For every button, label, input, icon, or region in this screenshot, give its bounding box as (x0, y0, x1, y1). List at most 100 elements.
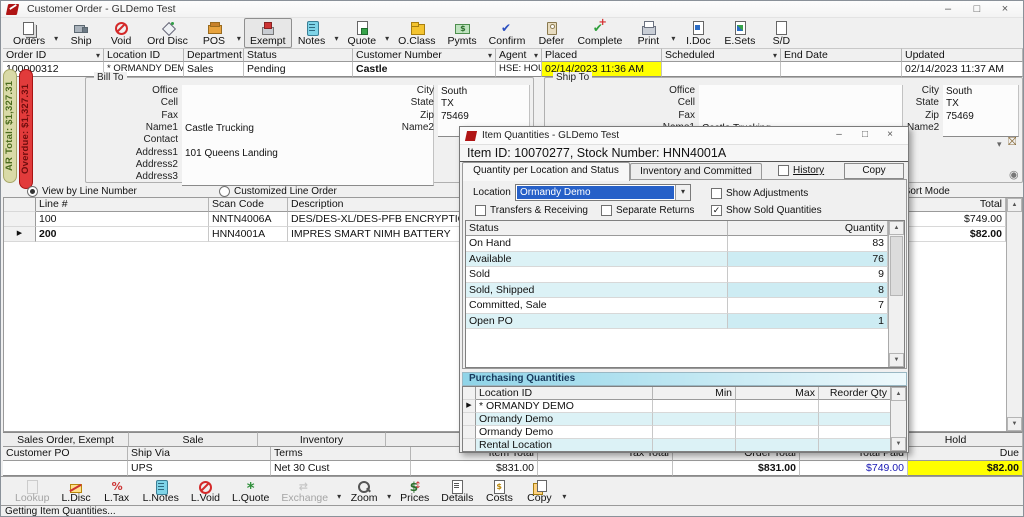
table-row[interactable]: ▶ * ORMANDY DEMO (463, 400, 906, 413)
toolbar-button-l-disc[interactable]: L.Disc (55, 477, 96, 505)
toolbar-button-void[interactable]: Void (101, 18, 141, 48)
show-adjustments-checkbox[interactable] (711, 188, 722, 199)
column-header-scan-code[interactable]: Scan Code (209, 198, 288, 212)
toolbar-button-copy[interactable]: Copy (519, 477, 559, 505)
history-checkbox[interactable] (778, 165, 789, 176)
dialog-minimize-button[interactable]: – (826, 128, 852, 141)
dropdown-arrow-icon[interactable]: ▾ (384, 477, 394, 505)
toolbar-button-e-sets[interactable]: E.Sets (718, 18, 761, 48)
dropdown-arrow-icon[interactable]: ▾ (773, 49, 777, 61)
copy-button[interactable]: Copy (844, 163, 904, 179)
toolbar-button-l-tax[interactable]: L.Tax (97, 477, 137, 505)
scroll-thumb[interactable] (890, 236, 903, 296)
toolbar-button-ord-disc[interactable]: Ord Disc (141, 18, 194, 48)
column-header-due[interactable]: Due (908, 447, 1023, 461)
scroll-up-icon[interactable]: ▲ (891, 387, 906, 401)
table-row[interactable]: Rental Location (463, 439, 906, 451)
column-header-customer-number[interactable]: Customer Number ▾ (353, 48, 496, 62)
toolbar-button-ship[interactable]: Ship (61, 18, 101, 48)
toolbar-button-confirm[interactable]: Confirm (483, 18, 532, 48)
toolbar-button-l-quote[interactable]: L.Quote (226, 477, 275, 505)
toolbar-button-complete[interactable]: Complete (571, 18, 628, 48)
column-header-updated[interactable]: Updated (902, 48, 1023, 62)
toolbar-button-notes[interactable]: Notes (292, 18, 332, 48)
dialog-close-button[interactable]: × (877, 128, 903, 141)
vehicle-icon[interactable]: ⛝ (1008, 136, 1016, 149)
show-sold-quantities-checkbox[interactable]: ✓ (711, 205, 722, 216)
maximize-button[interactable]: □ (964, 2, 990, 16)
column-header-line[interactable]: Line # (36, 198, 209, 212)
separate-returns-checkbox[interactable] (601, 205, 612, 216)
column-header-end-date[interactable]: End Date (781, 48, 902, 62)
table-row[interactable]: Committed, Sale 7 (466, 298, 904, 314)
scroll-down-icon[interactable]: ▼ (891, 437, 906, 451)
toolbar-button-zoom[interactable]: Zoom (344, 477, 384, 505)
column-header-ship-via[interactable]: Ship Via (128, 447, 271, 461)
table-row[interactable]: Ormandy Demo (463, 426, 906, 439)
toolbar-button-exempt[interactable]: Exempt (243, 18, 292, 48)
dropdown-arrow-icon[interactable]: ▾ (334, 477, 344, 505)
transfers-receiving-checkbox[interactable] (475, 205, 486, 216)
toolbar-button-l-void[interactable]: L.Void (185, 477, 226, 505)
purchasing-table-scrollbar[interactable]: ▲ ▼ (890, 387, 906, 451)
dropdown-arrow-icon[interactable]: ▾ (668, 18, 678, 48)
table-row[interactable]: Sold, Shipped 8 (466, 282, 904, 298)
tab-quantity-per-location[interactable]: Quantity per Location and Status (462, 162, 630, 181)
dropdown-arrow-icon[interactable]: ▾ (675, 185, 690, 200)
toolbar-button-exchange[interactable]: Exchange (275, 477, 334, 505)
toolbar-button-print[interactable]: Print (628, 18, 668, 48)
toolbar-button-pymts[interactable]: Pymts (442, 18, 483, 48)
toolbar-button-prices[interactable]: Prices (394, 477, 435, 505)
field-value-address3[interactable] (182, 171, 434, 187)
column-header-agent[interactable]: Agent ▾ (496, 48, 542, 62)
dropdown-arrow-icon[interactable]: ▾ (96, 49, 100, 61)
field-value-name2[interactable] (943, 121, 1019, 137)
toolbar-button-orders[interactable]: Orders (7, 18, 51, 48)
column-header-placed[interactable]: Placed (542, 48, 662, 62)
toolbar-button-quote[interactable]: Quote (342, 18, 383, 48)
toolbar-button-costs[interactable]: Costs (479, 477, 519, 505)
line-items-scrollbar[interactable]: ▲ ▼ (1006, 198, 1022, 431)
dropdown-arrow-icon[interactable]: ▾ (559, 477, 569, 505)
column-header-quantity[interactable]: Quantity (728, 221, 888, 236)
toolbar-button-details[interactable]: Details (435, 477, 479, 505)
toolbar-button-pos[interactable]: POS (194, 18, 234, 48)
table-row[interactable]: On Hand 83 (466, 236, 904, 252)
radio-customized-line-order[interactable] (219, 186, 230, 197)
dropdown-arrow-icon[interactable]: ▾ (234, 18, 244, 48)
dropdown-arrow-icon[interactable]: ▾ (382, 18, 392, 48)
table-row[interactable]: Sold 9 (466, 267, 904, 283)
toolbar-button-l-notes[interactable]: L.Notes (137, 477, 185, 505)
close-button[interactable]: × (992, 2, 1018, 16)
column-header-status[interactable]: Status (244, 48, 353, 62)
column-header-order-id[interactable]: Order ID ▾ (3, 48, 104, 62)
column-header-scheduled[interactable]: Scheduled ▾ (662, 48, 781, 62)
table-row[interactable]: Open PO 1 (466, 313, 904, 329)
column-header-department[interactable]: Department (184, 48, 244, 62)
status-table-scrollbar[interactable]: ▲ ▼ (888, 221, 904, 367)
location-dropdown[interactable]: Ormandy Demo ▾ (515, 184, 691, 201)
scroll-down-icon[interactable]: ▼ (1007, 417, 1022, 431)
column-header-max[interactable]: Max (736, 387, 819, 400)
toolbar-button-lookup[interactable]: Lookup (9, 477, 55, 505)
toolbar-button-s-d[interactable]: S/D (761, 18, 801, 48)
table-row[interactable]: Available 76 (466, 251, 904, 267)
radio-view-by-line-number[interactable] (27, 186, 38, 197)
column-header-min[interactable]: Min (653, 387, 736, 400)
toolbar-button-o-class[interactable]: O.Class (392, 18, 441, 48)
scroll-up-icon[interactable]: ▲ (889, 221, 904, 235)
column-header-status[interactable]: Status (466, 221, 728, 236)
toolbar-button-defer[interactable]: Defer (531, 18, 571, 48)
column-header-customer-po[interactable]: Customer PO (3, 447, 128, 461)
column-header-location-id[interactable]: Location ID (476, 387, 653, 400)
minimize-button[interactable]: – (935, 2, 961, 16)
dropdown-arrow-icon[interactable]: ▾ (332, 18, 342, 48)
column-header-location-id[interactable]: Location ID (104, 48, 184, 62)
search-icon[interactable]: ◉ (1009, 168, 1019, 181)
toolbar-button-i-doc[interactable]: I.Doc (678, 18, 718, 48)
dialog-maximize-button[interactable]: □ (852, 128, 878, 141)
dropdown-arrow-icon[interactable]: ▾ (51, 18, 61, 48)
scroll-down-icon[interactable]: ▼ (889, 353, 904, 367)
dropdown-arrow-icon[interactable]: ▾ (534, 49, 538, 61)
dropdown-arrow-icon[interactable]: ▾ (488, 49, 492, 61)
